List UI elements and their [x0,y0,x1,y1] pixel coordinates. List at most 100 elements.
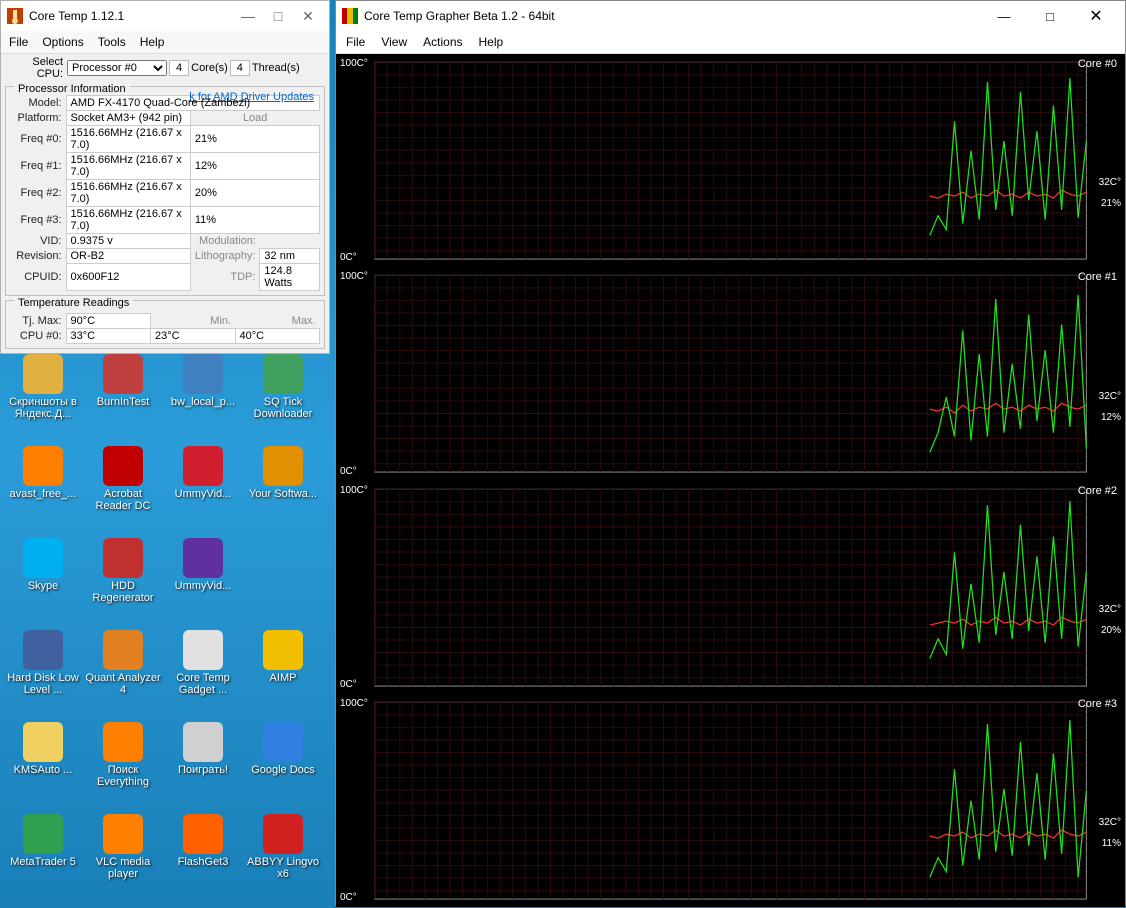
icon-label: Your Softwa... [249,488,317,500]
desktop-icon[interactable]: Your Softwa... [244,446,322,536]
icon-label: BurnInTest [97,396,150,408]
menu-options[interactable]: Options [42,35,83,49]
core-chart: Core #2100C°0C°32C°20% [338,483,1123,692]
desktop-icon[interactable]: Скриншоты в Яндекс.Д... [4,354,82,444]
desktop-icon[interactable]: Acrobat Reader DC [84,446,162,536]
desktop-icon[interactable] [244,538,322,628]
icon-label: Google Docs [251,764,315,776]
core-chart: Core #1100C°0C°32C°12% [338,269,1123,478]
coretemp-menubar: File Options Tools Help [1,31,329,54]
grapher-window: Core Temp Grapher Beta 1.2 - 64bit — □ ✕… [335,0,1126,905]
menu-file[interactable]: File [346,35,365,49]
minimize-button[interactable]: — [233,8,263,24]
icon-label: UmmyVid... [175,488,232,500]
close-button[interactable]: ✕ [293,8,323,25]
processor-info-title: Processor Information [14,83,130,95]
menu-actions[interactable]: Actions [423,35,462,49]
icon-label: Acrobat Reader DC [85,488,161,512]
desktop-icon[interactable]: Hard Disk Low Level ... [4,630,82,720]
app-icon [183,354,223,394]
icon-label: Поиск Everything [85,764,161,788]
app-icon [103,354,143,394]
menu-view[interactable]: View [381,35,407,49]
load-marker: 12% [1101,412,1121,423]
ylabel-bottom: 0C° [340,892,357,903]
minimize-button[interactable]: — [981,1,1027,31]
ylabel-top: 100C° [340,698,368,709]
desktop-icons: Скриншоты в Яндекс.Д... BurnInTest bw_loca… [0,350,335,908]
freq1-value: 1516.66MHz (216.67 x 7.0) [66,153,190,180]
desktop-icon[interactable]: Skype [4,538,82,628]
grapher-menubar: File View Actions Help [336,31,1125,54]
coretemp-titlebar[interactable]: Core Temp 1.12.1 — □ ✕ [1,1,329,31]
desktop-icon[interactable]: Google Docs [244,722,322,812]
menu-help[interactable]: Help [479,35,504,49]
app-icon [23,630,63,670]
freq2-value: 1516.66MHz (216.67 x 7.0) [66,180,190,207]
desktop-icon[interactable]: UmmyVid... [164,538,242,628]
freq3-value: 1516.66MHz (216.67 x 7.0) [66,207,190,234]
freq2-load: 20% [190,180,319,207]
menu-help[interactable]: Help [140,35,165,49]
desktop-icon[interactable]: HDD Regenerator [84,538,162,628]
grapher-titlebar[interactable]: Core Temp Grapher Beta 1.2 - 64bit — □ ✕ [336,1,1125,31]
ylabel-bottom: 0C° [340,252,357,263]
load-marker: 11% [1102,838,1121,849]
app-icon [23,538,63,578]
app-icon [103,814,143,854]
coretemp-window: Core Temp 1.12.1 — □ ✕ File Options Tool… [0,0,330,354]
app-icon [23,722,63,762]
grapher-title: Core Temp Grapher Beta 1.2 - 64bit [364,9,555,23]
cpu0-temp: 33°C [66,329,151,344]
icon-label: Скриншоты в Яндекс.Д... [5,396,81,420]
icon-label: SQ Tick Downloader [245,396,321,420]
app-icon [263,722,303,762]
desktop-icon[interactable]: SQ Tick Downloader [244,354,322,444]
app-icon [23,446,63,486]
load-marker: 21% [1101,198,1121,209]
ylabel-top: 100C° [340,485,368,496]
core-name: Core #1 [1078,271,1117,283]
desktop-icon[interactable]: bw_local_p... [164,354,242,444]
desktop-icon[interactable]: UmmyVid... [164,446,242,536]
desktop-icon[interactable]: ABBYY Lingvo x6 [244,814,322,904]
app-icon [263,446,303,486]
desktop-icon[interactable]: AIMP [244,630,322,720]
core-chart: Core #3100C°0C°32C°11% [338,696,1123,905]
desktop-icon[interactable]: Quant Analyzer 4 [84,630,162,720]
vid-value: 0.9375 v [66,234,190,249]
desktop-icon[interactable]: Core Temp Gadget ... [164,630,242,720]
temperature-group: Temperature Readings Tj. Max:90°CMin.Max… [5,300,325,349]
menu-file[interactable]: File [9,35,28,49]
desktop-icon[interactable]: VLC media player [84,814,162,904]
grapher-icon [342,8,358,24]
maximize-button[interactable]: □ [1027,1,1073,31]
icon-label: Core Temp Gadget ... [165,672,241,696]
temp-marker: 32C° [1099,817,1121,828]
desktop-icon[interactable]: Поиграть! [164,722,242,812]
app-icon [103,446,143,486]
icon-label: KMSAuto ... [14,764,73,776]
desktop-icon[interactable]: avast_free_... [4,446,82,536]
close-button[interactable]: ✕ [1073,1,1119,31]
platform-value: Socket AM3+ (942 pin) [66,111,190,126]
core-name: Core #2 [1078,485,1117,497]
temp-marker: 32C° [1099,604,1121,615]
desktop-icon[interactable]: BurnInTest [84,354,162,444]
lithography-value: 32 nm [260,249,320,264]
processor-info-group: Processor Information k for AMD Driver U… [5,86,325,296]
icon-label: avast_free_... [10,488,77,500]
desktop-icon[interactable]: KMSAuto ... [4,722,82,812]
threads-label: Thread(s) [252,62,300,74]
desktop-icon[interactable]: Поиск Everything [84,722,162,812]
app-icon [183,538,223,578]
desktop-icon[interactable]: MetaTrader 5 [4,814,82,904]
menu-tools[interactable]: Tools [98,35,126,49]
desktop-icon[interactable]: FlashGet3 [164,814,242,904]
temperature-title: Temperature Readings [14,297,133,309]
cpu-select[interactable]: Processor #0 [67,60,167,76]
icon-label: FlashGet3 [178,856,229,868]
freq3-load: 11% [190,207,319,234]
maximize-button[interactable]: □ [263,8,293,24]
app-icon [263,814,303,854]
